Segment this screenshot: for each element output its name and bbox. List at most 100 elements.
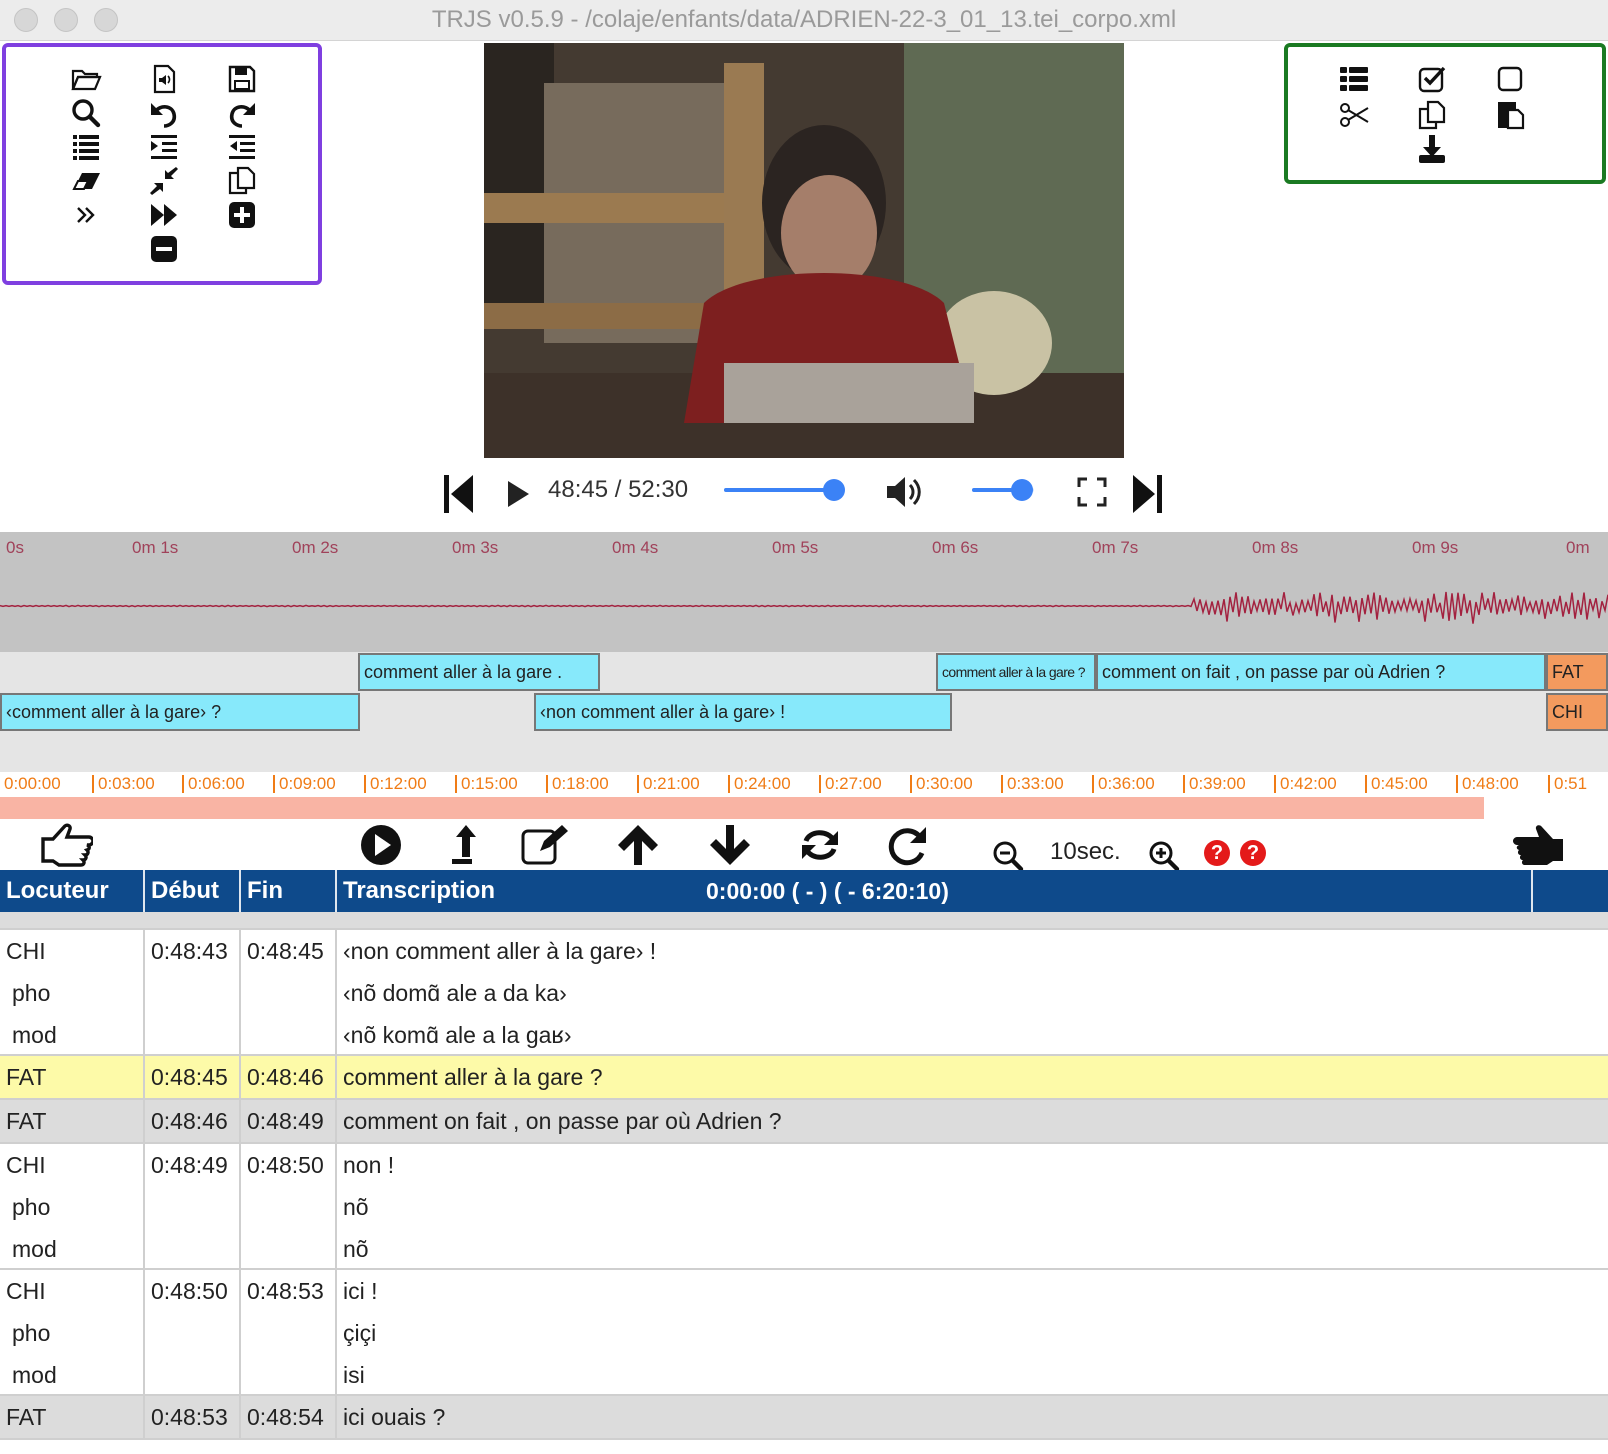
segment[interactable]: ‹non comment aller à la gare› !	[534, 693, 952, 731]
tier-text[interactable]: nõ	[337, 1228, 1608, 1270]
timeline-tick: 0:48:00	[1456, 775, 1519, 793]
transcription-cell[interactable]: ici ouais ?	[337, 1396, 1608, 1438]
timeline-tick: 0:03:00	[92, 775, 155, 793]
table-row[interactable]: FAT 0:48:46 0:48:49 comment on fait , on…	[0, 1100, 1608, 1144]
hand-right-icon[interactable]	[1512, 822, 1568, 868]
audio-file-icon[interactable]	[144, 61, 184, 97]
copy-icon[interactable]	[1412, 97, 1452, 133]
hand-left-icon[interactable]	[38, 822, 94, 868]
waveform	[0, 591, 1608, 624]
help-icon[interactable]: ?	[1240, 840, 1266, 866]
skip-forward-button[interactable]	[1130, 472, 1166, 516]
column-header-end[interactable]: Fin	[241, 870, 337, 912]
redo-icon[interactable]	[222, 95, 262, 131]
transcription-cell[interactable]: comment on fait , on passe par où Adrien…	[337, 1100, 1608, 1142]
list-icon[interactable]	[66, 129, 106, 165]
zoom-in-icon[interactable]	[1146, 838, 1182, 874]
edit-icon[interactable]	[518, 822, 572, 868]
indent-icon[interactable]	[144, 129, 184, 165]
timeline-tick: 0:18:00	[546, 775, 609, 793]
checkbox-checked-icon[interactable]	[1412, 61, 1452, 97]
undo-icon[interactable]	[144, 95, 184, 131]
timeline-progress-bar[interactable]	[0, 797, 1484, 819]
edit-toolbar	[1284, 43, 1606, 184]
table-row[interactable]: CHI pho mod 0:48:49 0:48:50 non ! nõ nõ	[0, 1144, 1608, 1270]
transcription-cell[interactable]: comment aller à la gare ?	[337, 1056, 1608, 1098]
tier-name: pho	[12, 1194, 51, 1220]
table-row-selected[interactable]: FAT 0:48:45 0:48:46 comment aller à la g…	[0, 1056, 1608, 1100]
start-cell: 0:48:46	[151, 1108, 228, 1134]
timeline-tick: 0:06:00	[182, 775, 245, 793]
fast-forward-icon[interactable]	[144, 197, 184, 233]
volume-slider[interactable]	[972, 479, 1034, 501]
timeline-tick: 0:00:00	[4, 774, 61, 793]
speaker-tag[interactable]: FAT	[1546, 653, 1608, 691]
sync-icon[interactable]	[796, 822, 844, 868]
speaker-cell: FAT	[6, 1404, 47, 1430]
timeline-tick: 0:15:00	[455, 775, 518, 793]
timeline-tick: 0:45:00	[1365, 775, 1428, 793]
segment[interactable]: ‹comment aller à la gare› ?	[0, 693, 360, 731]
tier-name: pho	[12, 980, 51, 1006]
tier-text[interactable]: ‹nõ domɑ̃ ale a da ka›	[337, 972, 1608, 1014]
paste-icon[interactable]	[1490, 97, 1530, 133]
tier-text[interactable]: ‹nõ komɑ̃ ale a la gaʁ›	[337, 1014, 1608, 1056]
redo-circle-icon[interactable]	[884, 822, 932, 868]
arrow-up-icon[interactable]	[614, 822, 662, 868]
checkbox-empty-icon[interactable]	[1490, 61, 1530, 97]
table-row[interactable]: FAT 0:48:53 0:48:54 ici ouais ?	[0, 1396, 1608, 1440]
arrow-up-bar-icon[interactable]	[446, 822, 486, 868]
skip-back-button[interactable]	[440, 472, 476, 516]
scissors-icon[interactable]	[1334, 97, 1374, 133]
zoom-out-icon[interactable]	[990, 838, 1026, 874]
segment[interactable]: comment on fait , on passe par où Adrien…	[1096, 653, 1546, 691]
folder-open-icon[interactable]	[66, 61, 106, 97]
save-icon[interactable]	[222, 61, 262, 97]
video-frame[interactable]	[484, 43, 1124, 458]
wave-tick: 0m 6s	[932, 538, 979, 557]
copy-icon[interactable]	[222, 163, 262, 199]
column-header-start[interactable]: Début	[145, 870, 241, 912]
timeline-tick: 0:30:00	[910, 775, 973, 793]
help-icon[interactable]: ?	[1204, 840, 1230, 866]
speaker-cell: CHI	[6, 1152, 46, 1178]
double-chevron-right-icon[interactable]	[66, 197, 106, 233]
transcription-cell[interactable]: ‹non comment aller à la gare› !	[337, 930, 1608, 972]
wave-tick: 0m 8s	[1252, 538, 1299, 557]
end-cell: 0:48:46	[247, 1064, 324, 1090]
table-row[interactable]: CHI pho mod 0:48:50 0:48:53 ici ! çiçi isi	[0, 1270, 1608, 1396]
volume-icon[interactable]	[884, 472, 924, 512]
outdent-icon[interactable]	[222, 129, 262, 165]
arrow-down-icon[interactable]	[706, 822, 754, 868]
table-row[interactable]: CHI pho mod 0:48:43 0:48:45 ‹non comment a…	[0, 930, 1608, 1056]
speaker-cell: FAT	[6, 1108, 47, 1134]
download-icon[interactable]	[1412, 131, 1452, 167]
play-circle-icon[interactable]	[358, 822, 404, 868]
segment[interactable]: comment aller à la gare .	[358, 653, 600, 691]
fullscreen-icon[interactable]	[1074, 474, 1110, 510]
minus-square-icon[interactable]	[144, 231, 184, 267]
plus-square-icon[interactable]	[222, 197, 262, 233]
segment[interactable]: comment aller à la gare ?	[936, 653, 1096, 691]
end-cell: 0:48:49	[247, 1108, 324, 1134]
compress-icon[interactable]	[144, 163, 184, 199]
tier-text[interactable]: çiçi	[337, 1312, 1608, 1354]
wave-tick: 0m 4s	[612, 538, 659, 557]
tier-text[interactable]: nõ	[337, 1186, 1608, 1228]
wave-tick: 0m 5s	[772, 538, 819, 557]
seek-slider[interactable]	[724, 479, 845, 501]
column-header-speaker[interactable]: Locuteur	[0, 870, 145, 912]
waveform-panel[interactable]: 0s 0m 1s 0m 2s 0m 3s 0m 4s 0m 5s 0m 6s 0…	[0, 532, 1608, 652]
end-cell: 0:48:45	[247, 938, 324, 964]
list-ul-icon[interactable]	[1334, 61, 1374, 97]
search-icon[interactable]	[66, 95, 106, 131]
tier-name: mod	[12, 1362, 57, 1388]
speaker-tag[interactable]: CHI	[1546, 693, 1608, 731]
tier-text[interactable]: isi	[337, 1354, 1608, 1396]
transcription-cell[interactable]: ici !	[337, 1270, 1608, 1312]
eraser-icon[interactable]	[66, 163, 106, 199]
transcription-cell[interactable]: non !	[337, 1144, 1608, 1186]
play-icon[interactable]	[502, 476, 534, 512]
end-cell: 0:48:50	[247, 1152, 324, 1178]
timeline-tick: 0:42:00	[1274, 775, 1337, 793]
